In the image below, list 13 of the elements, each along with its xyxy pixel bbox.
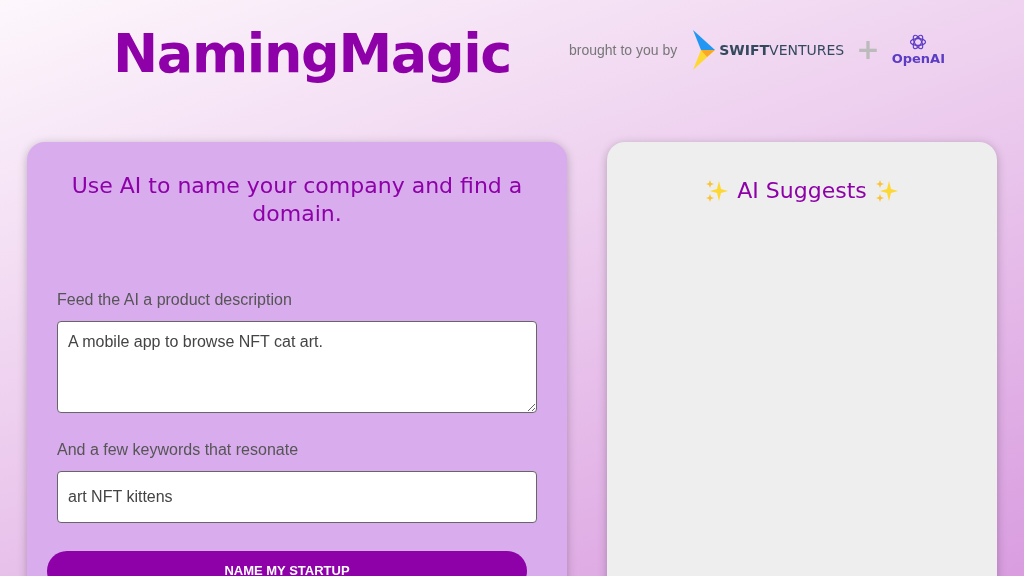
plus-sign: + — [856, 36, 880, 64]
field-label: And a few keywords that resonate — [57, 440, 300, 460]
name-startup-button[interactable]: NAME MY STARTUP — [47, 551, 527, 576]
form-title: Use AI to name your company and find a domain. — [70, 172, 524, 228]
swift-ventures-logo: SWIFTVENTURES — [719, 40, 845, 60]
credit-text: brought to you by — [569, 40, 678, 60]
description-field[interactable]: A mobile app to browse NFT cat art. — [57, 321, 537, 413]
field-label: Feed the AI a product description — [57, 290, 293, 310]
app-logo: NamingMagic — [113, 27, 511, 81]
arrow-logo-icon — [693, 30, 716, 70]
keywords-field[interactable]: art NFT kittens — [57, 471, 537, 523]
openai-logo: OpenAI — [891, 50, 945, 68]
results-title: AI Suggests — [737, 177, 867, 205]
